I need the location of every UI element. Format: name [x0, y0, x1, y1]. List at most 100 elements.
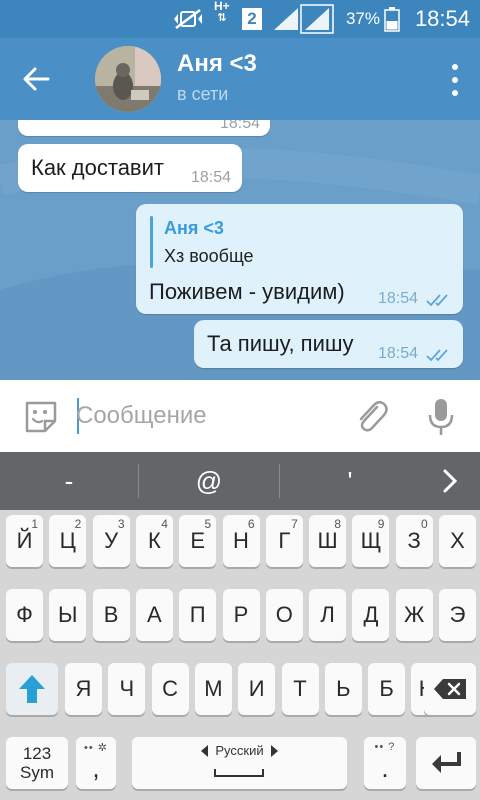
comma-key[interactable]: •• ✲ ,	[76, 737, 116, 789]
shift-icon[interactable]	[6, 663, 58, 715]
message-bubble-out[interactable]: Аня <3 Хз вообще Поживем - увидим) 18:54	[136, 204, 463, 314]
message-text: Та пишу, пишу	[207, 331, 354, 356]
attach-icon[interactable]	[350, 396, 392, 438]
key-hint: 4	[161, 517, 168, 531]
message-input[interactable]	[76, 396, 336, 436]
key-label: Х	[450, 528, 465, 553]
message-time: 18:54	[190, 169, 231, 186]
message-bubble-in[interactable]: 18:54	[18, 120, 270, 136]
key[interactable]: У3	[92, 515, 130, 567]
message-bubble-in[interactable]: Как доставит 18:54	[18, 144, 242, 192]
key-label: Ь	[336, 676, 351, 701]
key-hint: 5	[204, 517, 212, 531]
key[interactable]: Д	[352, 589, 390, 641]
key[interactable]: Ы	[49, 589, 87, 641]
key[interactable]: Ц2	[49, 515, 87, 567]
sticker-icon[interactable]	[20, 396, 62, 438]
key[interactable]: Ш8	[309, 515, 347, 567]
battery-icon	[384, 0, 400, 38]
backspace-icon[interactable]	[424, 663, 476, 715]
key[interactable]: К4	[135, 515, 173, 567]
status-bar: H+ ⇅ 2 37% 18:54	[0, 0, 480, 38]
reply-bar	[150, 216, 153, 268]
message-time: 18:54	[219, 120, 260, 132]
key[interactable]: Б	[368, 663, 406, 715]
data-arrows-icon: H+ ⇅	[214, 0, 230, 24]
key-label: С	[162, 676, 179, 701]
key-label: Т	[293, 676, 307, 701]
key[interactable]: М	[194, 663, 232, 715]
key-label: Р	[233, 602, 249, 627]
reply-quote: Хз вообще	[164, 246, 254, 266]
key-label: Й	[16, 528, 33, 553]
key-label: Н	[233, 528, 249, 553]
keyboard-language: Русский	[215, 743, 264, 758]
key[interactable]: П	[179, 589, 217, 641]
key[interactable]: Щ9	[352, 515, 390, 567]
key-hint: 1	[31, 517, 38, 531]
mic-icon[interactable]	[420, 396, 462, 438]
key[interactable]: Н6	[222, 515, 260, 567]
key[interactable]: Ч	[108, 663, 146, 715]
key-label: Л	[320, 602, 335, 627]
key[interactable]: Й1	[6, 515, 43, 567]
key[interactable]: Г7	[265, 515, 303, 567]
key[interactable]: Ж	[395, 589, 433, 641]
chat-title[interactable]: Аня <3	[177, 50, 257, 78]
key-label: О	[275, 602, 293, 627]
suggestion-item[interactable]: @	[139, 452, 279, 510]
space-key[interactable]: Русский	[132, 737, 347, 789]
key-hint: 7	[291, 517, 298, 531]
keyboard: Й1Ц2У3К4Е5Н6Г7Ш8Щ9З0Х ФЫВАПРОЛДЖЭ ЯЧСМИТ…	[0, 510, 480, 800]
battery-percent: 37%	[345, 9, 380, 28]
key[interactable]: Я	[65, 663, 102, 715]
avatar[interactable]	[95, 46, 161, 112]
key-hint: 2	[74, 517, 82, 531]
key[interactable]: Ф	[6, 589, 43, 641]
key[interactable]: Е5	[179, 515, 217, 567]
key[interactable]: И	[238, 663, 276, 715]
key-hint: 0	[421, 517, 428, 531]
key[interactable]: Т	[281, 663, 319, 715]
key[interactable]: Р	[222, 589, 260, 641]
sim-badge: 2	[242, 0, 262, 38]
key-label: Д	[363, 602, 379, 627]
key[interactable]: О	[265, 589, 303, 641]
key[interactable]: С	[151, 663, 189, 715]
back-arrow-icon[interactable]	[16, 59, 56, 99]
key[interactable]: З0	[395, 515, 433, 567]
key-label: З	[407, 528, 421, 553]
key[interactable]: А	[135, 589, 173, 641]
key[interactable]: Ь	[324, 663, 362, 715]
sym-key[interactable]: 123 Sym	[6, 737, 68, 789]
key[interactable]: Х	[439, 515, 476, 567]
read-checks-icon	[426, 349, 448, 362]
suggestion-item[interactable]: -	[0, 452, 138, 510]
key-hint: 3	[117, 517, 125, 531]
settings-icon: •• ✲	[84, 742, 108, 754]
key-hint: 9	[377, 517, 385, 531]
chevron-right-icon[interactable]	[420, 452, 480, 510]
key[interactable]: В	[92, 589, 130, 641]
suggestion-item[interactable]: '	[280, 452, 420, 510]
key-label: Щ	[360, 528, 382, 553]
period-key[interactable]: •• ? .	[364, 737, 406, 789]
key-label: Ы	[58, 602, 78, 627]
reply-author[interactable]: Аня <3	[164, 218, 224, 239]
signal-icon	[272, 0, 300, 38]
mute-vibrate-icon	[172, 0, 204, 38]
message-bubble-out[interactable]: Та пишу, пишу 18:54	[194, 320, 463, 368]
key-label: А	[147, 602, 162, 627]
key-label: Э	[449, 602, 466, 627]
key-label: У	[104, 528, 119, 553]
key-label: И	[248, 676, 265, 701]
key-label: Е	[190, 528, 206, 553]
key[interactable]: Л	[309, 589, 347, 641]
key-hint: 8	[334, 517, 342, 531]
more-vert-icon[interactable]	[450, 64, 460, 96]
suggestion-bar: - @ '	[0, 452, 480, 510]
enter-icon[interactable]	[416, 737, 476, 789]
key-hint: 6	[247, 517, 255, 531]
message-time: 18:54	[378, 345, 419, 362]
key[interactable]: Э	[439, 589, 476, 641]
